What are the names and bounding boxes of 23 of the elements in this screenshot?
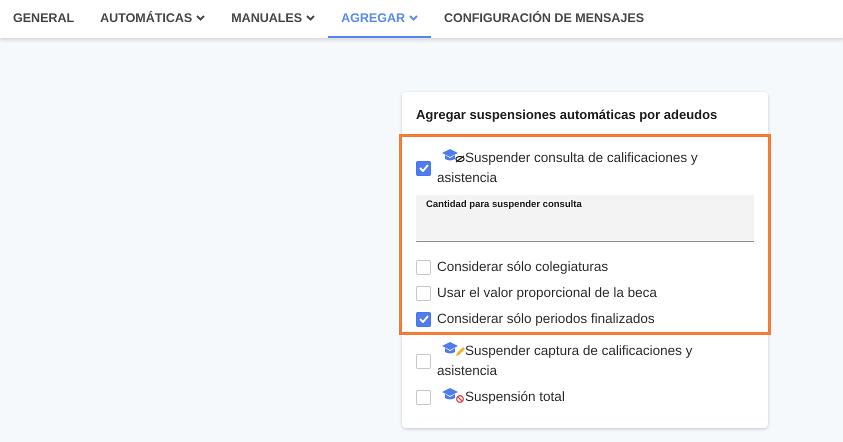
option-label: Considerar sólo colegiaturas bbox=[437, 258, 608, 276]
quantity-field[interactable]: Cantidad para suspender consulta bbox=[416, 195, 754, 242]
checkbox[interactable] bbox=[416, 260, 431, 274]
graduation-cap-icon bbox=[441, 148, 465, 164]
suspension-label: Suspender consulta de calificaciones y asistencia bbox=[437, 148, 699, 187]
graduation-cap-icon bbox=[441, 387, 465, 403]
suspension-label: Suspensión total bbox=[437, 387, 565, 407]
checkbox[interactable] bbox=[416, 160, 431, 176]
nav-tab[interactable]: AUTOMÁTICAS bbox=[87, 0, 218, 38]
graduation-cap-icon bbox=[441, 341, 465, 357]
suspension-label: Suspender captura de calificaciones y asistencia bbox=[437, 341, 694, 380]
check-icon bbox=[418, 315, 428, 323]
checkbox[interactable] bbox=[416, 390, 431, 404]
nav-tab[interactable]: GENERAL bbox=[0, 0, 88, 38]
checkbox[interactable] bbox=[416, 312, 431, 326]
card-title: Agregar suspensiones automáticas por adeudos bbox=[402, 92, 768, 135]
checkbox[interactable] bbox=[416, 286, 431, 300]
nav-tab[interactable]: MANUALES bbox=[218, 0, 328, 38]
checkbox[interactable] bbox=[416, 354, 431, 368]
check-icon bbox=[418, 164, 428, 172]
option-label: Considerar sólo periodos finalizados bbox=[437, 310, 655, 328]
option-label: Usar el valor proporcional de la beca bbox=[437, 284, 657, 302]
nav-tab[interactable]: CONFIGURACIÓN DE MENSAJES bbox=[431, 0, 658, 38]
